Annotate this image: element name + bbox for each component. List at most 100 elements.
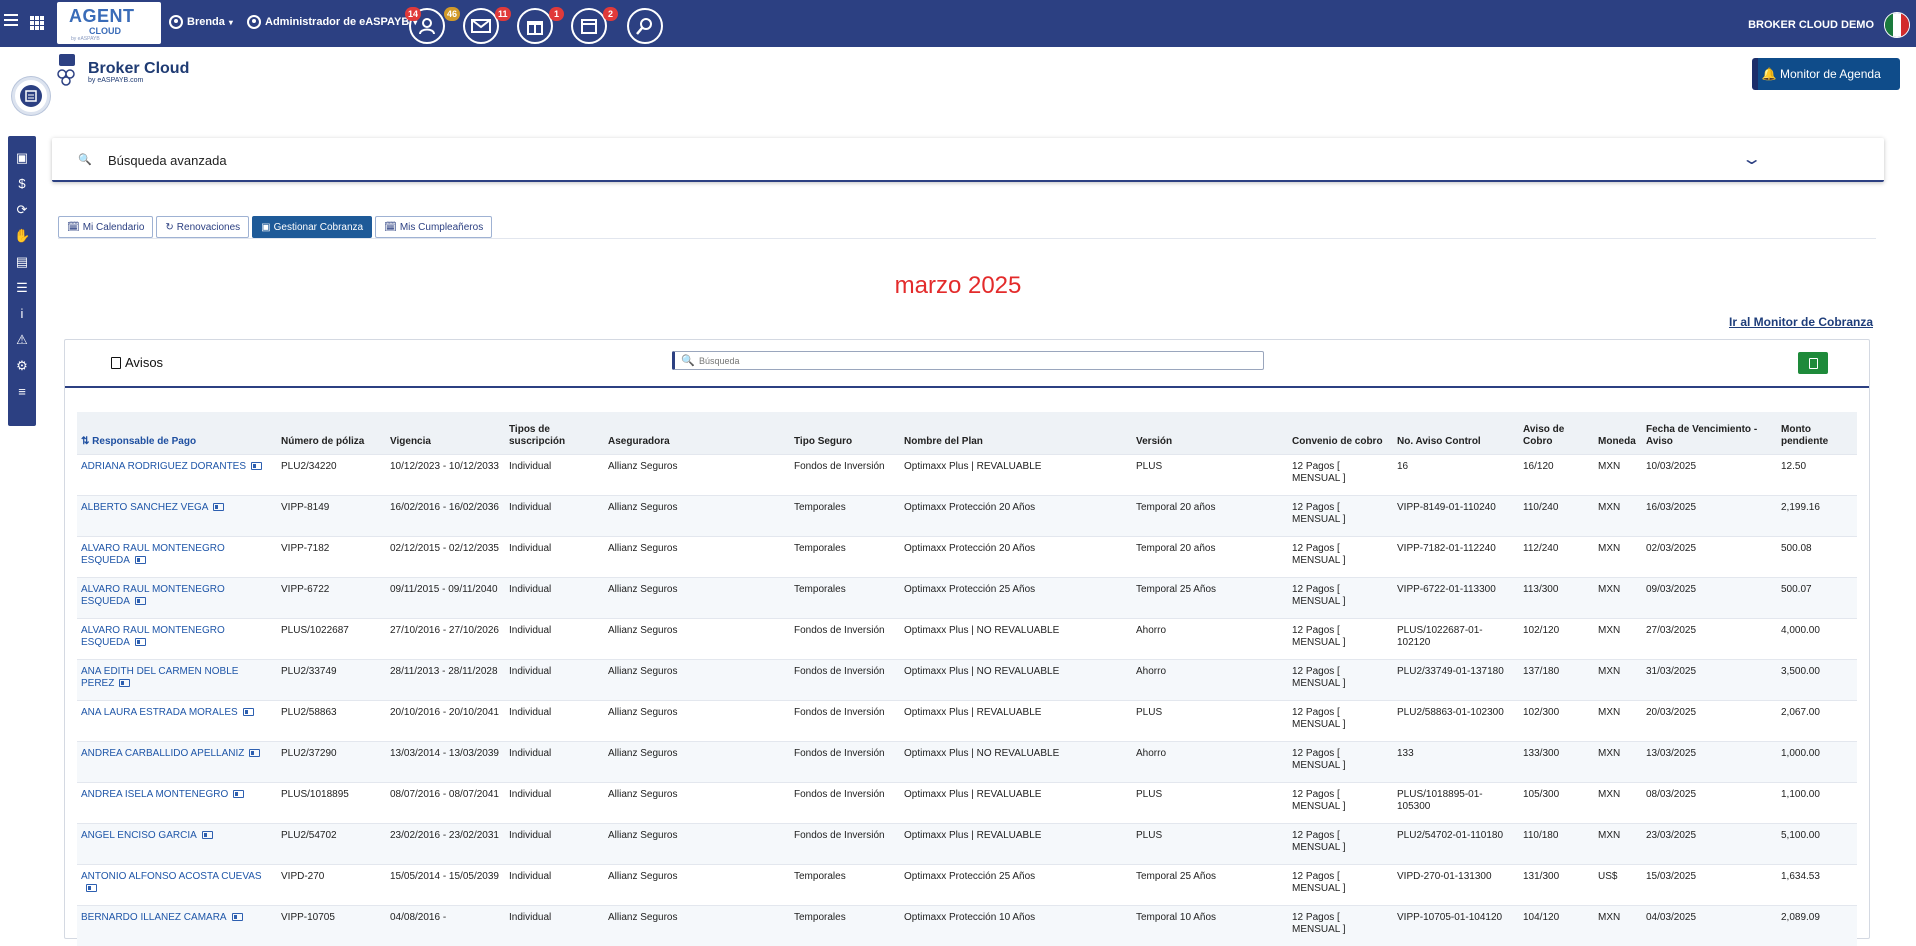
responsable-link[interactable]: ANA LAURA ESTRADA MORALES xyxy=(81,707,238,718)
sync-icon[interactable]: ⟳ xyxy=(14,202,30,218)
tab-mi-calendario[interactable]: 🗓 Mi Calendario xyxy=(58,216,154,238)
responsable-link[interactable]: ALVARO RAUL MONTENEGRO ESQUEDA xyxy=(81,625,225,648)
agent-cloud-logo[interactable]: AGENT CLOUD by eASPAYB xyxy=(57,2,161,44)
cell-responsable[interactable]: BERNARDO ILLANEZ CAMARA xyxy=(77,904,277,946)
mexico-flag-icon[interactable] xyxy=(1884,12,1910,38)
monitor-cobranza-link[interactable]: Ir al Monitor de Cobranza xyxy=(1729,315,1873,329)
hamburger-menu-icon[interactable] xyxy=(4,14,18,30)
gift-icon[interactable]: 1 xyxy=(517,7,564,44)
search-input[interactable] xyxy=(699,353,1259,368)
id-card-icon[interactable] xyxy=(119,678,131,687)
responsable-link[interactable]: ANGEL ENCISO GARCIA xyxy=(81,830,197,841)
cell-responsable[interactable]: ANDREA CARBALLIDO APELLANIZ xyxy=(77,740,277,782)
id-card-icon[interactable] xyxy=(242,707,254,716)
id-card-icon[interactable] xyxy=(251,461,263,470)
column-header-plan[interactable]: Nombre del Plan xyxy=(900,412,1132,454)
table-row[interactable]: ALVARO RAUL MONTENEGRO ESQUEDA VIPP-6722 0… xyxy=(77,576,1857,618)
cell-responsable[interactable]: ADRIANA RODRIGUEZ DORANTES xyxy=(77,453,277,495)
handshake-icon[interactable]: ✋ xyxy=(14,228,30,244)
responsable-link[interactable]: ALVARO RAUL MONTENEGRO ESQUEDA xyxy=(81,584,225,607)
admin-icon xyxy=(247,15,261,29)
cell-responsable[interactable]: ANA EDITH DEL CARMEN NOBLE PEREZ xyxy=(77,658,277,700)
id-card-icon[interactable] xyxy=(201,830,213,839)
column-header-responsable[interactable]: ⇅ Responsable de Pago xyxy=(77,412,277,454)
responsable-link[interactable]: ALVARO RAUL MONTENEGRO ESQUEDA xyxy=(81,543,225,566)
column-header-poliza[interactable]: Número de póliza xyxy=(277,412,386,454)
settings-icon[interactable]: ⚙ xyxy=(14,358,30,374)
table-row[interactable]: ANDREA ISELA MONTENEGRO PLUS/1018895 08/07… xyxy=(77,781,1857,823)
table-row[interactable]: ALBERTO SANCHEZ VEGA VIPP-8149 16/02/2016 … xyxy=(77,494,1857,536)
table-row[interactable]: ALVARO RAUL MONTENEGRO ESQUEDA VIPP-7182 0… xyxy=(77,535,1857,577)
calendar-badge: 2 xyxy=(603,7,618,21)
id-card-icon[interactable] xyxy=(231,912,243,921)
cell-responsable[interactable]: ALVARO RAUL MONTENEGRO ESQUEDA xyxy=(77,535,277,577)
mail-icon[interactable]: 11 xyxy=(463,7,511,44)
responsable-link[interactable]: ANDREA ISELA MONTENEGRO xyxy=(81,789,228,800)
column-header-fecha-vencimiento[interactable]: Fecha de Vencimiento - Aviso xyxy=(1642,412,1777,454)
responsable-link[interactable]: ANDREA CARBALLIDO APELLANIZ xyxy=(81,748,244,759)
search-field[interactable]: 🔍 xyxy=(672,351,1264,370)
money-bag-icon[interactable]: $ xyxy=(14,176,30,192)
cell-responsable[interactable]: ALBERTO SANCHEZ VEGA xyxy=(77,494,277,536)
advanced-search-panel[interactable]: 🔍 Búsqueda avanzada ⌄ xyxy=(52,138,1884,182)
cell-responsable[interactable]: ALVARO RAUL MONTENEGRO ESQUEDA xyxy=(77,617,277,659)
contacts-icon[interactable]: 14 46 xyxy=(405,7,461,44)
avatar[interactable] xyxy=(12,77,50,115)
column-header-vigencia[interactable]: Vigencia xyxy=(386,412,505,454)
id-card-icon[interactable] xyxy=(134,555,146,564)
tab-gestionar-cobranza[interactable]: ▣ Gestionar Cobranza xyxy=(252,216,373,238)
table-row[interactable]: ANDREA CARBALLIDO APELLANIZ PLU2/37290 13/… xyxy=(77,740,1857,782)
column-header-aseguradora[interactable]: Aseguradora xyxy=(604,412,790,454)
table-row[interactable]: ANGEL ENCISO GARCIA PLU2/54702 23/02/2016 … xyxy=(77,822,1857,864)
document-icon[interactable]: ▤ xyxy=(14,254,30,270)
monitor-agenda-button[interactable]: 🔔 Monitor de Agenda xyxy=(1752,58,1900,90)
cell-fecha-vencimiento: 10/03/2025 xyxy=(1642,453,1777,495)
warning-icon[interactable]: ⚠ xyxy=(14,332,30,348)
column-header-aviso-control[interactable]: No. Aviso Control xyxy=(1393,412,1519,454)
cell-responsable[interactable]: ALVARO RAUL MONTENEGRO ESQUEDA xyxy=(77,576,277,618)
column-header-aviso-cobro[interactable]: Aviso de Cobro xyxy=(1519,412,1594,454)
column-header-moneda[interactable]: Moneda xyxy=(1594,412,1642,454)
cell-responsable[interactable]: ANGEL ENCISO GARCIA xyxy=(77,822,277,864)
responsable-link[interactable]: ALBERTO SANCHEZ VEGA xyxy=(81,502,208,513)
column-header-tipo-seguro[interactable]: Tipo Seguro xyxy=(790,412,900,454)
column-header-monto[interactable]: Monto pendiente xyxy=(1777,412,1857,454)
cell-responsable[interactable]: ANDREA ISELA MONTENEGRO xyxy=(77,781,277,823)
tab-mis-cumpleaneros[interactable]: 🗓 Mis Cumpleañeros xyxy=(375,216,493,238)
column-header-convenio[interactable]: Convenio de cobro xyxy=(1288,412,1393,454)
table-row[interactable]: ADRIANA RODRIGUEZ DORANTES PLU2/34220 10/1… xyxy=(77,453,1857,495)
column-header-version[interactable]: Versión xyxy=(1132,412,1288,454)
id-card-icon[interactable] xyxy=(134,637,146,646)
cell-responsable[interactable]: ANA LAURA ESTRADA MORALES xyxy=(77,699,277,741)
id-card-icon[interactable] xyxy=(233,789,245,798)
id-card-icon[interactable] xyxy=(134,596,146,605)
chevron-down-icon[interactable]: ⌄ xyxy=(1741,149,1762,169)
id-card-icon[interactable] xyxy=(249,748,261,757)
column-header-tipos-suscripcion[interactable]: Tipos de suscripción xyxy=(505,412,604,454)
responsable-link[interactable]: ANA EDITH DEL CARMEN NOBLE PEREZ xyxy=(81,666,238,689)
add-list-icon[interactable]: ≡ xyxy=(14,384,30,400)
cell-tipo-seguro: Fondos de Inversión xyxy=(790,740,900,782)
admin-menu[interactable]: Administrador de eASPAYB ▾ xyxy=(247,15,417,29)
user-search-icon[interactable] xyxy=(627,8,663,44)
id-card-icon[interactable] xyxy=(86,883,97,892)
id-card-icon[interactable] xyxy=(213,502,225,511)
table-row[interactable]: BERNARDO ILLANEZ CAMARA VIPP-10705 04/08/2… xyxy=(77,904,1857,946)
responsable-link[interactable]: ANTONIO ALFONSO ACOSTA CUEVAS xyxy=(81,871,262,882)
info-icon[interactable]: i xyxy=(14,306,30,322)
table-row[interactable]: ALVARO RAUL MONTENEGRO ESQUEDA PLUS/10226… xyxy=(77,617,1857,659)
export-excel-button[interactable] xyxy=(1798,352,1828,374)
tab-renovaciones[interactable]: ↻ Renovaciones xyxy=(156,216,250,238)
table-row[interactable]: ANA EDITH DEL CARMEN NOBLE PEREZ PLU2/337… xyxy=(77,658,1857,700)
cell-aseguradora: Allianz Seguros xyxy=(604,535,790,577)
table-row[interactable]: ANTONIO ALFONSO ACOSTA CUEVAS VIPD-270 15/… xyxy=(77,863,1857,905)
responsable-link[interactable]: ADRIANA RODRIGUEZ DORANTES xyxy=(81,461,246,472)
dashboard-icon[interactable]: ▣ xyxy=(14,150,30,166)
calendar-icon[interactable]: 2 xyxy=(571,7,618,44)
cell-convenio: 12 Pagos [ MENSUAL ] xyxy=(1288,494,1393,536)
user-menu[interactable]: Brenda ▾ xyxy=(169,15,233,29)
cell-responsable[interactable]: ANTONIO ALFONSO ACOSTA CUEVAS xyxy=(77,863,277,905)
table-row[interactable]: ANA LAURA ESTRADA MORALES PLU2/58863 20/10… xyxy=(77,699,1857,741)
responsable-link[interactable]: BERNARDO ILLANEZ CAMARA xyxy=(81,912,227,923)
apps-grid-icon[interactable] xyxy=(30,16,44,30)
